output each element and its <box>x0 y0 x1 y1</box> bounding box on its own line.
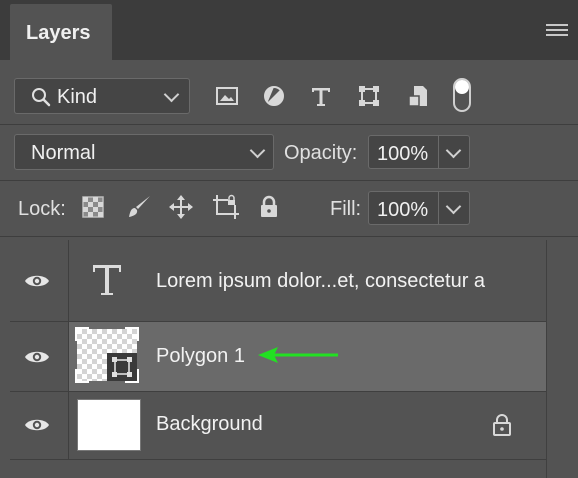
fill-dropdown-button[interactable] <box>438 192 469 224</box>
blend-mode-label: Normal <box>31 142 96 164</box>
layer-thumbnail[interactable] <box>77 399 141 451</box>
visibility-column <box>10 240 69 321</box>
shape-badge-icon <box>107 353 137 381</box>
chevron-down-icon <box>445 142 462 159</box>
fill-value: 100% <box>377 199 429 221</box>
filter-toggle-icon[interactable] <box>453 78 471 112</box>
filter-kind-label: Kind <box>57 86 98 108</box>
scrollbar-track[interactable] <box>546 240 578 478</box>
panel-tab-bar: Layers <box>0 0 578 60</box>
fill-field[interactable]: 100% <box>368 191 470 225</box>
pixel-layer-filter-icon[interactable] <box>215 84 239 108</box>
opacity-dropdown-button[interactable] <box>438 136 469 168</box>
visibility-column <box>10 322 69 391</box>
divider <box>0 180 578 181</box>
shape-layer-filter-icon[interactable] <box>357 84 381 108</box>
lock-label: Lock: <box>18 198 66 220</box>
adjustment-layer-filter-icon[interactable] <box>262 84 286 108</box>
visibility-column <box>10 392 69 459</box>
layers-panel: Layers Kind Normal Opacity: 100% Lock: F… <box>0 0 578 478</box>
chevron-down-icon <box>163 86 180 103</box>
layer-name: Lorem ipsum dolor...et, consectetur a <box>156 270 486 292</box>
layer-row-polygon[interactable]: Polygon 1 <box>10 322 546 392</box>
eye-icon[interactable] <box>24 349 50 365</box>
layer-row-type[interactable]: Lorem ipsum dolor...et, consectetur a <box>10 240 546 322</box>
opacity-field[interactable]: 100% <box>368 135 470 169</box>
tab-layers[interactable]: Layers <box>10 4 112 60</box>
lock-artboard-icon[interactable] <box>212 194 240 220</box>
layer-row-background[interactable]: Background <box>10 392 546 460</box>
divider <box>0 124 578 125</box>
chevron-down-icon <box>249 142 266 159</box>
tab-layers-label: Layers <box>26 22 91 44</box>
lock-transparent-pixels-icon[interactable] <box>82 196 104 218</box>
opacity-value: 100% <box>377 143 429 165</box>
divider <box>0 236 578 237</box>
layers-list: Lorem ipsum dolor...et, consectetur a Po… <box>10 240 546 460</box>
layer-thumbnail[interactable] <box>75 327 139 383</box>
eye-icon[interactable] <box>24 273 50 289</box>
lock-image-pixels-icon[interactable] <box>126 194 152 220</box>
chevron-down-icon <box>445 198 462 215</box>
blend-mode-select[interactable]: Normal <box>14 134 274 170</box>
lock-position-icon[interactable] <box>168 194 194 220</box>
fill-label: Fill: <box>330 198 362 220</box>
filter-kind-select[interactable]: Kind <box>14 78 190 114</box>
arrow-annotation-icon <box>258 347 338 363</box>
lock-all-icon[interactable] <box>258 195 280 219</box>
eye-icon[interactable] <box>24 417 50 433</box>
search-icon <box>32 88 51 107</box>
panel-menu-icon[interactable] <box>546 24 568 38</box>
layer-name: Background <box>156 413 263 435</box>
lock-icon <box>493 414 511 436</box>
opacity-label: Opacity: <box>284 142 358 164</box>
layer-name: Polygon 1 <box>156 345 245 367</box>
smart-object-filter-icon[interactable] <box>406 84 430 108</box>
type-layer-thumbnail-icon <box>93 265 121 295</box>
type-layer-filter-icon[interactable] <box>309 84 333 108</box>
